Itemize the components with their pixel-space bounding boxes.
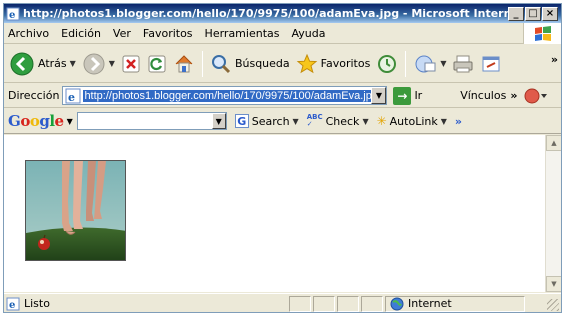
favorites-label: Favoritos xyxy=(320,57,371,70)
menu-archivo[interactable]: Archivo xyxy=(8,27,49,40)
status-bar: e Listo Internet xyxy=(4,293,561,312)
status-text-pane: e Listo xyxy=(4,297,289,311)
mail-button[interactable]: ▼ xyxy=(410,49,449,79)
google-search-dropdown-button[interactable]: ▼ xyxy=(211,113,226,129)
autolink-dropdown-icon[interactable]: ▼ xyxy=(441,117,447,126)
maximize-button[interactable]: □ xyxy=(525,6,541,21)
check-dropdown-icon[interactable]: ▼ xyxy=(362,117,368,126)
autolink-label: AutoLink xyxy=(389,114,438,128)
google-search-dropdown-icon[interactable]: ▼ xyxy=(293,117,299,126)
mail-dropdown-icon[interactable]: ▼ xyxy=(440,59,446,68)
check-label: Check xyxy=(325,114,360,128)
menu-ver[interactable]: Ver xyxy=(113,27,131,40)
status-pane xyxy=(289,295,311,312)
history-icon xyxy=(378,54,397,73)
standard-toolbar: Atrás ▼ ▼ Búsqueda Favoritos ▼ » xyxy=(4,45,561,83)
google-menu-dropdown-icon[interactable]: ▼ xyxy=(67,117,73,126)
address-bar: Dirección e http://photos1.blogger.com/h… xyxy=(4,84,561,108)
title-bar[interactable]: e http://photos1.blogger.com/hello/170/9… xyxy=(4,4,561,23)
google-logo[interactable]: Google xyxy=(8,112,64,130)
svg-text:e: e xyxy=(9,300,15,311)
ie-page-icon: e xyxy=(6,7,20,21)
close-button[interactable]: × xyxy=(542,6,558,21)
print-button[interactable] xyxy=(449,49,477,79)
minimize-button[interactable]: _ xyxy=(508,6,524,21)
menu-herramientas[interactable]: Herramientas xyxy=(205,27,280,40)
spellcheck-icon: ABC ✓ xyxy=(306,113,323,128)
menu-ayuda[interactable]: Ayuda xyxy=(291,27,325,40)
status-pane xyxy=(361,295,383,312)
google-search-label: Search xyxy=(251,114,290,128)
search-button[interactable]: Búsqueda xyxy=(207,49,293,79)
address-label: Dirección xyxy=(8,89,60,102)
security-zone-pane[interactable]: Internet xyxy=(385,295,525,312)
page-content: ▲ ▼ xyxy=(4,135,561,292)
back-button[interactable]: Atrás ▼ xyxy=(6,49,79,79)
google-search-input[interactable]: ▼ xyxy=(76,112,227,130)
autolink-icon: ✳ xyxy=(376,114,387,128)
refresh-icon xyxy=(148,55,166,72)
google-toolbar: Google ▼ ▼ G Search ▼ ABC ✓ Check ▼ ✳ Aut… xyxy=(4,109,561,134)
address-dropdown-button[interactable]: ▼ xyxy=(371,87,387,104)
go-arrow-icon: → xyxy=(393,86,412,105)
search-label: Búsqueda xyxy=(234,57,290,70)
scroll-down-button[interactable]: ▼ xyxy=(546,276,561,292)
forward-dropdown-icon[interactable]: ▼ xyxy=(109,59,115,68)
menu-favoritos[interactable]: Favoritos xyxy=(143,27,193,40)
star-icon xyxy=(296,53,317,73)
scroll-up-button[interactable]: ▲ xyxy=(546,135,561,151)
google-toolbar-overflow-chevron[interactable]: » xyxy=(455,115,462,128)
links-button[interactable]: Vínculos xyxy=(460,89,506,102)
mail-icon xyxy=(415,55,436,72)
go-button[interactable]: → Ir xyxy=(393,86,423,105)
svg-text:e: e xyxy=(9,10,15,21)
edit-page-icon xyxy=(482,56,500,71)
home-button[interactable] xyxy=(170,49,198,79)
toolbar-separator xyxy=(405,50,407,77)
favorites-button[interactable]: Favoritos xyxy=(293,49,374,79)
back-dropdown-icon[interactable]: ▼ xyxy=(70,59,76,68)
page-icon: e xyxy=(65,88,81,104)
status-text: Listo xyxy=(24,297,50,310)
refresh-button[interactable] xyxy=(144,49,170,79)
vertical-scrollbar[interactable]: ▲ ▼ xyxy=(545,135,561,292)
address-url[interactable]: http://photos1.blogger.com/hello/170/997… xyxy=(83,89,379,102)
adam-eva-photo[interactable] xyxy=(25,160,126,261)
links-chevron[interactable]: » xyxy=(510,89,517,102)
resize-grip[interactable] xyxy=(547,299,559,311)
menu-edicion[interactable]: Edición xyxy=(61,27,101,40)
address-input[interactable]: e http://photos1.blogger.com/hello/170/9… xyxy=(62,86,388,105)
back-label: Atrás xyxy=(38,57,67,70)
go-label: Ir xyxy=(414,89,423,102)
windows-logo-icon xyxy=(523,23,561,44)
window-title: http://photos1.blogger.com/hello/170/997… xyxy=(23,7,508,20)
browser-window: e http://photos1.blogger.com/hello/170/9… xyxy=(3,3,562,313)
status-pane xyxy=(313,295,335,312)
page-done-icon: e xyxy=(6,297,20,311)
status-pane xyxy=(337,295,359,312)
forward-button[interactable]: ▼ xyxy=(79,49,118,79)
edit-button[interactable] xyxy=(477,49,507,79)
autolink-button[interactable]: ✳ AutoLink ▼ xyxy=(377,114,447,128)
security-zone-label: Internet xyxy=(408,297,452,310)
toolbar-overflow-chevron[interactable]: » xyxy=(551,53,558,66)
toolbar-extension-icon[interactable] xyxy=(523,87,549,105)
toolbar-separator xyxy=(201,50,203,77)
history-button[interactable] xyxy=(373,49,401,79)
spell-check-button[interactable]: ABC ✓ Check ▼ xyxy=(307,114,369,128)
menu-bar: Archivo Edición Ver Favoritos Herramient… xyxy=(4,23,561,44)
search-icon xyxy=(211,54,231,73)
stop-button[interactable] xyxy=(118,49,144,79)
stop-icon xyxy=(122,55,140,72)
home-icon xyxy=(175,54,193,72)
printer-icon xyxy=(453,55,473,72)
google-g-icon: G xyxy=(234,114,249,128)
forward-arrow-icon xyxy=(83,53,105,74)
globe-icon xyxy=(390,297,404,310)
svg-text:e: e xyxy=(68,91,75,104)
back-arrow-icon xyxy=(10,52,34,75)
google-search-button[interactable]: G Search ▼ xyxy=(234,114,299,128)
